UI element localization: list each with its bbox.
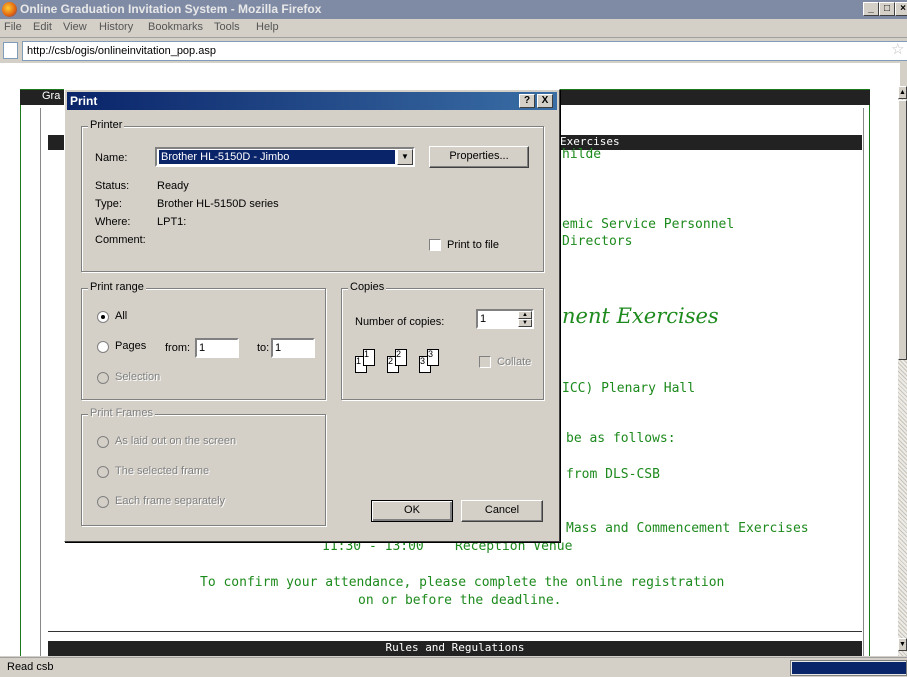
collate-page-number: 1 (364, 349, 370, 359)
line-venue: ICC) Plenary Hall (562, 381, 696, 396)
frames-each-label[interactable]: Each frame separately (115, 495, 225, 507)
frames-each-radio[interactable] (97, 496, 109, 508)
window-controls: _ □ × (863, 2, 907, 16)
collate-page-number: 1 (356, 356, 362, 366)
from-input[interactable]: 1 (195, 338, 239, 358)
status-value: Ready (157, 180, 189, 192)
print-dialog: Print ? X Printer Name: Brother HL-5150D… (64, 89, 560, 542)
divider (48, 631, 862, 632)
menu-bar: File Edit View History Bookmarks Tools H… (0, 19, 907, 38)
from-label: from: (165, 342, 191, 354)
chevron-down-icon[interactable]: ▼ (397, 149, 413, 165)
window-title: Online Graduation Invitation System - Mo… (20, 2, 322, 16)
print-frames-legend: Print Frames (88, 407, 155, 419)
print-dialog-titlebar: Print ? X (67, 92, 557, 110)
properties-button[interactable]: Properties... (429, 146, 529, 168)
location-bar: http://csb/ogis/onlineinvitation_pop.asp… (0, 39, 907, 63)
help-button[interactable]: ? (519, 94, 535, 108)
printer-legend: Printer (88, 119, 125, 131)
where-label: Where: (95, 216, 131, 228)
line-from: from DLS-CSB (566, 467, 660, 482)
frames-as-laid-out-radio[interactable] (97, 436, 109, 448)
confirm-line-2: on or before the deadline. (358, 593, 562, 608)
line-service-personnel: emic Service Personnel (562, 217, 735, 232)
copies-stepper[interactable]: 1 ▲ ▼ (476, 309, 534, 329)
close-icon[interactable]: × (895, 2, 907, 16)
where-value: LPT1: (157, 216, 187, 228)
range-pages-label[interactable]: Pages (115, 340, 146, 352)
copies-value: 1 (480, 313, 487, 325)
line-directors: Directors (562, 234, 633, 249)
print-range-legend: Print range (88, 281, 146, 293)
dialog-close-button[interactable]: X (537, 94, 553, 108)
menu-view[interactable]: View (63, 21, 87, 33)
collate-page-number: 2 (396, 349, 402, 359)
scroll-up-icon[interactable]: ▲ (898, 86, 907, 99)
frames-selected-radio[interactable] (97, 466, 109, 478)
print-dialog-title: Print (70, 94, 98, 108)
rules-bar-text: Rules and Regulations (385, 641, 525, 654)
range-selection-label[interactable]: Selection (115, 371, 160, 383)
collate-page-number: 2 (388, 356, 394, 366)
print-to-file-label[interactable]: Print to file (447, 239, 499, 251)
minimize-icon[interactable]: _ (863, 2, 879, 16)
range-selection-radio[interactable] (97, 372, 109, 384)
printer-name-select[interactable]: Brother HL-5150D - Jimbo ▼ (155, 147, 415, 167)
bookmark-star-icon[interactable]: ☆ (891, 42, 907, 58)
status-bar: Read csb (0, 657, 907, 677)
ceremony-title: nent Exercises (562, 304, 719, 328)
collate-checkbox[interactable] (479, 356, 491, 368)
cancel-button[interactable]: Cancel (461, 500, 543, 522)
menu-bookmarks[interactable]: Bookmarks (148, 21, 203, 33)
line-follows: be as follows: (566, 431, 676, 446)
printer-name-label: Name: (95, 152, 128, 164)
type-label: Type: (95, 198, 122, 210)
page-header-text: Gra (42, 90, 61, 102)
url-input[interactable]: http://csb/ogis/onlineinvitation_pop.asp (22, 41, 907, 61)
comment-label: Comment: (95, 234, 146, 246)
menu-file[interactable]: File (4, 21, 22, 33)
menu-history[interactable]: History (99, 21, 133, 33)
to-input[interactable]: 1 (271, 338, 315, 358)
to-label: to: (257, 342, 270, 354)
menu-help[interactable]: Help (256, 21, 279, 33)
spin-down-icon[interactable]: ▼ (518, 319, 532, 327)
frames-selected-label[interactable]: The selected frame (115, 465, 209, 477)
maximize-icon[interactable]: □ (879, 2, 895, 16)
window-titlebar: Online Graduation Invitation System - Mo… (0, 0, 907, 19)
page-icon (3, 42, 18, 59)
printer-name-value: Brother HL-5150D - Jimbo (159, 150, 395, 164)
menu-edit[interactable]: Edit (33, 21, 52, 33)
range-pages-radio[interactable] (97, 341, 109, 353)
range-all-radio[interactable] (97, 311, 109, 323)
spin-up-icon[interactable]: ▲ (518, 311, 532, 319)
scroll-thumb[interactable] (898, 100, 907, 360)
line-mass: Mass and Commencement Exercises (566, 521, 809, 536)
line-hilde: hilde (562, 147, 602, 162)
status-text: Read csb (7, 661, 54, 673)
status-label: Status: (95, 180, 130, 192)
rules-bar: Rules and Regulations (48, 641, 862, 656)
collate-label[interactable]: Collate (497, 356, 531, 368)
progress-bar (790, 660, 907, 676)
menu-tools[interactable]: Tools (214, 21, 240, 33)
collate-page-number: 3 (428, 349, 434, 359)
ok-button[interactable]: OK (371, 500, 453, 522)
confirm-line-1: To confirm your attendance, please compl… (200, 575, 725, 590)
firefox-icon (2, 2, 17, 17)
scroll-down-icon[interactable]: ▼ (898, 638, 907, 651)
frames-as-laid-out-label[interactable]: As laid out on the screen (115, 435, 236, 447)
type-value: Brother HL-5150D series (157, 198, 279, 210)
vertical-scrollbar[interactable]: ▲ ▼ (898, 86, 907, 656)
collate-illustration-icon: 1 1 2 2 3 3 (355, 346, 465, 380)
number-of-copies-label: Number of copies: (355, 316, 445, 328)
copies-group: Copies (341, 281, 544, 400)
copies-legend: Copies (348, 281, 387, 293)
print-to-file-checkbox[interactable] (429, 239, 441, 251)
collate-page-number: 3 (420, 356, 426, 366)
range-all-label[interactable]: All (115, 310, 127, 322)
